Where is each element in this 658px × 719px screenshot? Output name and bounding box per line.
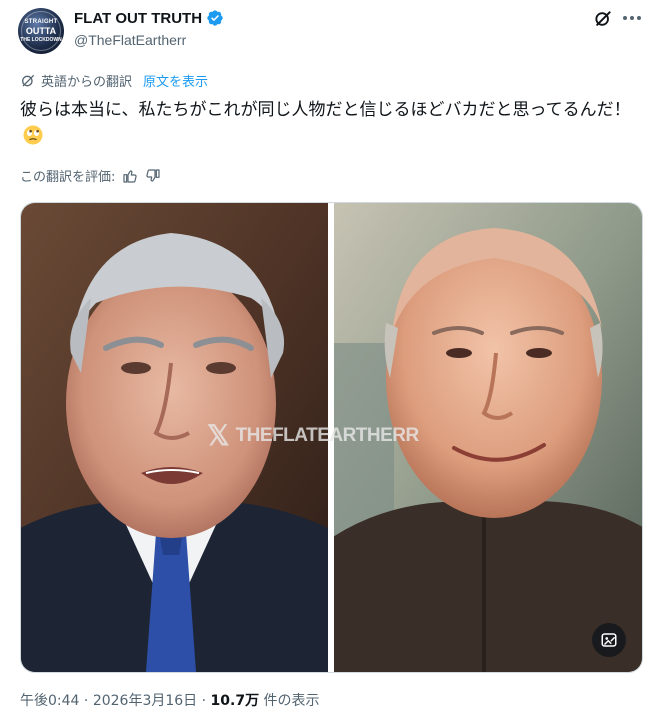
verified-badge-icon (207, 10, 223, 26)
more-options-icon[interactable] (621, 8, 643, 28)
image-edit-icon (601, 633, 617, 647)
face-with-rolling-eyes-icon (23, 125, 43, 145)
translation-label: 英語からの翻訳 (41, 75, 133, 90)
x-logo-icon: 𝕏 (207, 420, 230, 451)
rate-translation: この翻訳を評価: (20, 166, 161, 185)
meta-separator-2: · (201, 693, 211, 709)
post-time[interactable]: 午後0:44 (20, 693, 79, 709)
avatar-text-1: STRAIGHT (24, 19, 58, 25)
avatar[interactable]: STRAIGHT OUTTA THE LOCKDOWN (18, 8, 64, 54)
post-text: 彼らは本当に、私たちがこれが同じ人物だと信じるほどバカだと思ってるんだ！ (20, 97, 650, 151)
post-text-body: 彼らは本当に、私たちがこれが同じ人物だと信じるほどバカだと思ってるんだ！ (20, 100, 631, 120)
meta-separator-1: · (83, 693, 93, 709)
post-media[interactable]: 𝕏 THEFLATEARTHERR (20, 202, 643, 673)
watermark: 𝕏 THEFLATEARTHERR (207, 419, 419, 452)
watermark-text: THEFLATEARTHERR (235, 424, 420, 446)
view-count-suffix: 件の表示 (263, 693, 320, 709)
thumbs-down-icon[interactable] (145, 168, 161, 184)
translate-icon (22, 74, 34, 86)
avatar-text-2: OUTTA (25, 26, 57, 36)
translation-bar: 英語からの翻訳 原文を表示 (20, 71, 208, 90)
rate-translation-label: この翻訳を評価: (20, 170, 116, 185)
image-edit-button[interactable] (592, 623, 626, 657)
show-original-link[interactable]: 原文を表示 (143, 71, 208, 90)
post-meta: 午後0:44 · 2026年3月16日 · 10.7万 件の表示 (20, 690, 320, 710)
author-name[interactable]: FLAT OUT TRUTH (74, 9, 224, 27)
view-count: 10.7万 (210, 693, 260, 709)
display-name[interactable]: FLAT OUT TRUTH (74, 10, 202, 27)
avatar-text-3: THE LOCKDOWN (20, 37, 62, 43)
author-handle[interactable]: @TheFlatEartherr (74, 32, 186, 48)
post-date[interactable]: 2026年3月16日 (93, 693, 197, 709)
thumbs-up-icon[interactable] (122, 168, 138, 184)
grok-icon[interactable] (593, 9, 613, 29)
